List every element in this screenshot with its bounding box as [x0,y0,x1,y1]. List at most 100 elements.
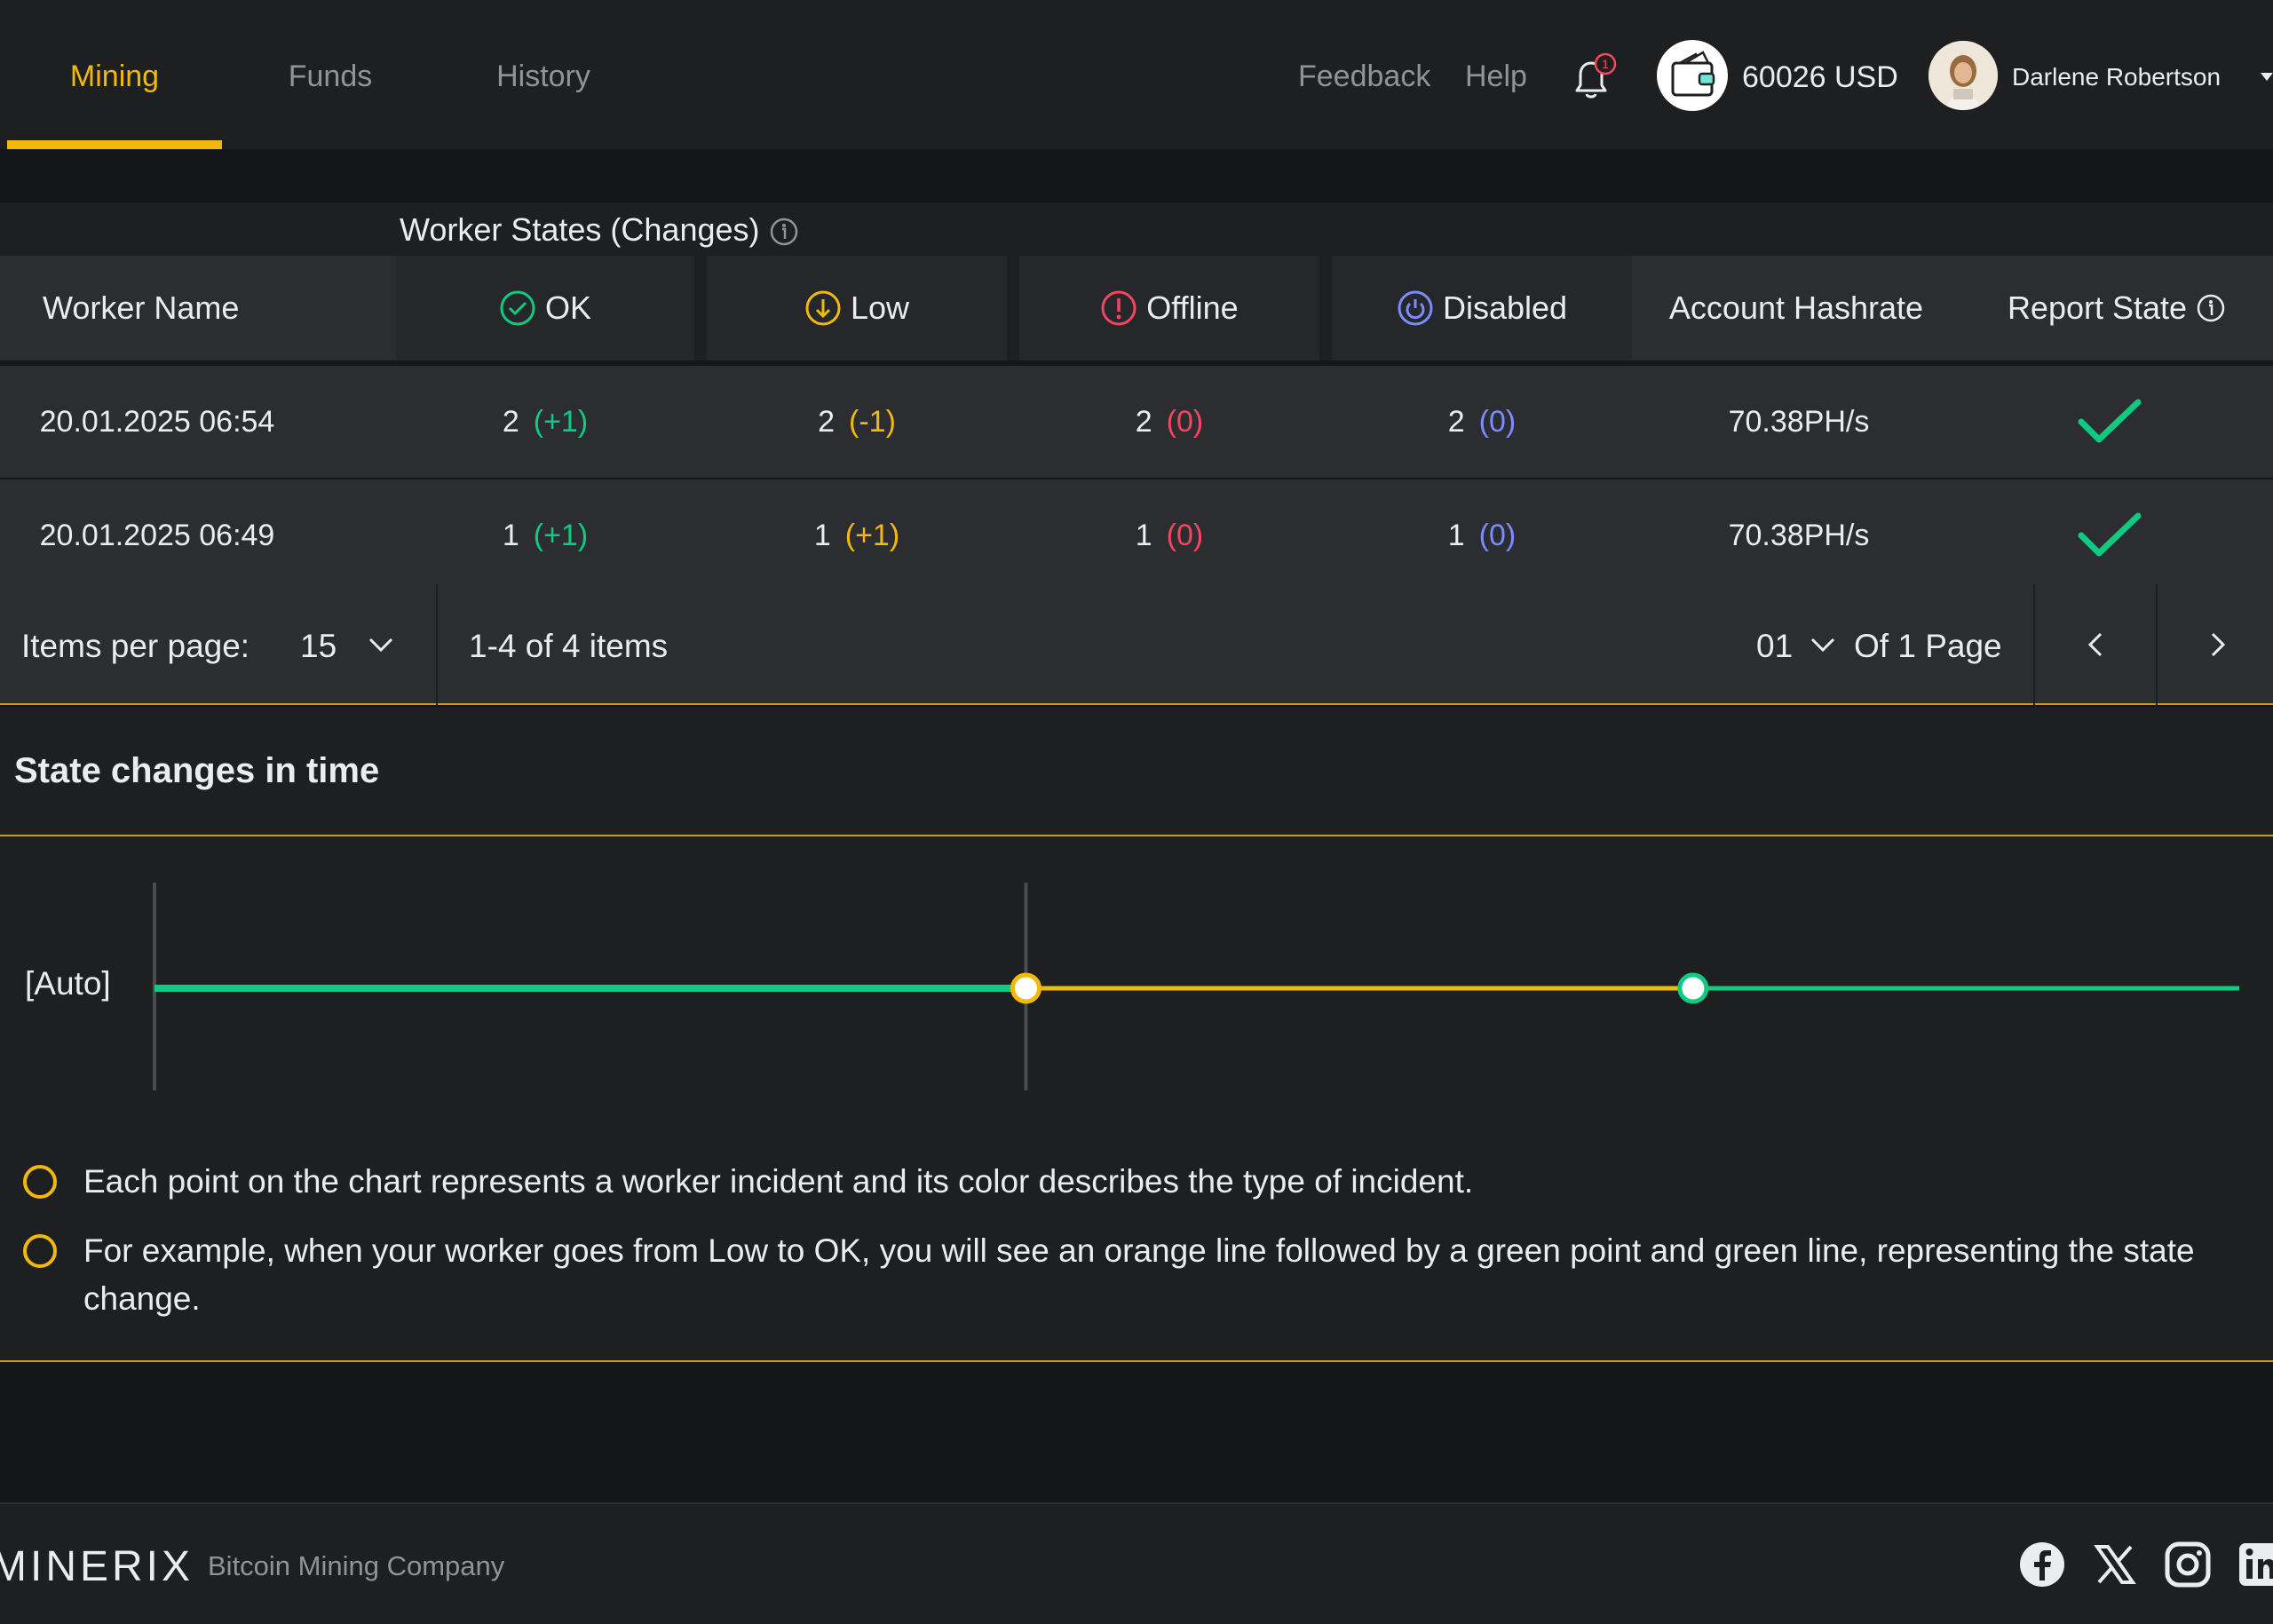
chart-note: Each point on the chart represents a wor… [83,1163,1474,1200]
ok-count: 1 [502,518,519,552]
ok-count: 2 [502,404,519,439]
table-row[interactable]: 20.01.2025 06:49 1 (+1) 1 (+1) 1 (0) 1 (0) 7… [0,479,2273,591]
hashrate-cell: 70.38PH/s [1728,404,1870,439]
active-tab-indicator [7,140,222,149]
user-name[interactable]: Darlene Robertson [2012,0,2221,149]
low-count: 2 [818,404,836,439]
page-select[interactable]: 01 [1756,584,1793,705]
column-disabled-label: Disabled [1442,289,1568,326]
table-row[interactable]: 20.01.2025 06:54 2 (+1) 2 (-1) 2 (0) 2 (0) 7… [0,366,2273,478]
user-avatar-image [1928,41,1998,110]
items-per-page-label: Items per page: [21,628,250,664]
checkmark-icon [2078,399,2142,443]
state-changes-section: State changes in time [Auto] Each point … [0,707,2273,1362]
chart-note: For example, when your worker goes from … [83,1232,2195,1317]
low-count: 1 [813,518,831,552]
ok-cell: 2 (+1) [396,366,694,478]
column-low-label: Low [850,289,910,326]
chevron-down-icon[interactable] [1808,634,1838,655]
offline-change: (0) [1166,518,1204,552]
offline-cell: 2 (0) [1019,366,1319,478]
spacer [0,149,2273,202]
worker-name-cell: 20.01.2025 06:49 [39,518,275,552]
ok-change: (+1) [533,404,589,439]
top-nav: Mining Funds History Feedback Help 1 600… [0,0,2273,149]
x-icon[interactable] [2090,1540,2140,1589]
notifications-button[interactable]: 1 [1564,51,1618,105]
wallet-button[interactable] [1657,40,1728,111]
avatar[interactable] [1928,41,1998,110]
bell-icon: 1 [1575,52,1617,99]
low-cell: 1 (+1) [707,479,1007,591]
low-change: (+1) [844,518,900,552]
worker-name-cell: 20.01.2025 06:54 [39,404,275,439]
column-offline[interactable]: Offline [1019,256,1319,360]
disabled-cell: 1 (0) [1332,479,1632,591]
column-low[interactable]: Low [707,256,1007,360]
alert-circle-icon [1101,290,1136,326]
arrow-down-circle-icon [805,290,841,326]
state-timeline-chart: [Auto] [25,883,2239,1090]
items-range: 1-4 of 4 items [469,628,669,664]
state-change-point[interactable] [1010,972,1041,1004]
bullet-icon [23,1234,57,1268]
column-report-state-label: Report State [2007,289,2188,326]
minerix-logo[interactable]: MINERIX [0,1504,194,1624]
wallet-icon [1671,51,1715,97]
instagram-icon[interactable] [2163,1540,2213,1589]
column-ok[interactable]: OK [396,256,694,360]
next-page-button[interactable] [2206,629,2230,661]
column-report-state[interactable]: Report State [1960,256,2273,360]
info-icon[interactable] [769,217,799,247]
state-change-point[interactable] [1677,972,1709,1004]
offline-change: (0) [1166,404,1204,439]
bullet-icon [23,1165,57,1199]
report-state-cell [1960,366,2259,478]
chevron-down-icon[interactable] [2261,73,2273,81]
tab-mining[interactable]: Mining [7,0,222,149]
column-divider [1319,256,1332,360]
column-divider [1007,256,1019,360]
column-disabled[interactable]: Disabled [1332,256,1632,360]
disabled-count: 2 [1447,404,1465,439]
feedback-link[interactable]: Feedback [1298,0,1430,149]
power-icon [1398,290,1433,326]
worker-states-group-header: Worker States (Changes) [0,202,2273,256]
info-icon[interactable] [2196,293,2226,323]
check-circle-icon [500,290,535,326]
help-link[interactable]: Help [1465,0,1527,149]
divider [2156,584,2158,705]
divider [436,584,438,705]
offline-count: 1 [1135,518,1152,552]
items-per-page-select[interactable]: 15 [300,584,337,705]
disabled-change: (0) [1478,518,1517,552]
worker-states-title-text: Worker States (Changes) [400,211,760,248]
column-divider [694,256,707,360]
disabled-count: 1 [1447,518,1465,552]
section-title: State changes in time [14,751,380,790]
column-worker-name-label: Worker Name [43,289,240,326]
column-offline-label: Offline [1146,289,1239,326]
facebook-icon[interactable] [2017,1540,2067,1589]
disabled-change: (0) [1478,404,1517,439]
column-account-hashrate-label: Account Hashrate [1668,289,1924,326]
footer: MINERIX Bitcoin Mining Company [0,1502,2273,1624]
low-cell: 2 (-1) [707,366,1007,478]
column-account-hashrate[interactable]: Account Hashrate [1632,256,1960,360]
checkmark-icon [2078,512,2142,557]
linkedin-icon[interactable] [2236,1540,2273,1589]
page-count: Of 1 Page [1854,628,2002,664]
low-change: (-1) [849,404,896,439]
column-worker-name[interactable]: Worker Name [0,256,396,360]
report-state-cell [1960,479,2259,591]
column-ok-label: OK [544,289,591,326]
hashrate-cell: 70.38PH/s [1728,518,1870,552]
tab-history[interactable]: History [469,0,618,149]
series-label: [Auto] [25,965,111,1002]
tab-funds[interactable]: Funds [257,0,403,149]
prev-page-button[interactable] [2083,629,2108,661]
tagline: Bitcoin Mining Company [208,1550,505,1581]
divider [2033,584,2035,705]
offline-cell: 1 (0) [1019,479,1319,591]
chevron-down-icon[interactable] [366,634,396,655]
